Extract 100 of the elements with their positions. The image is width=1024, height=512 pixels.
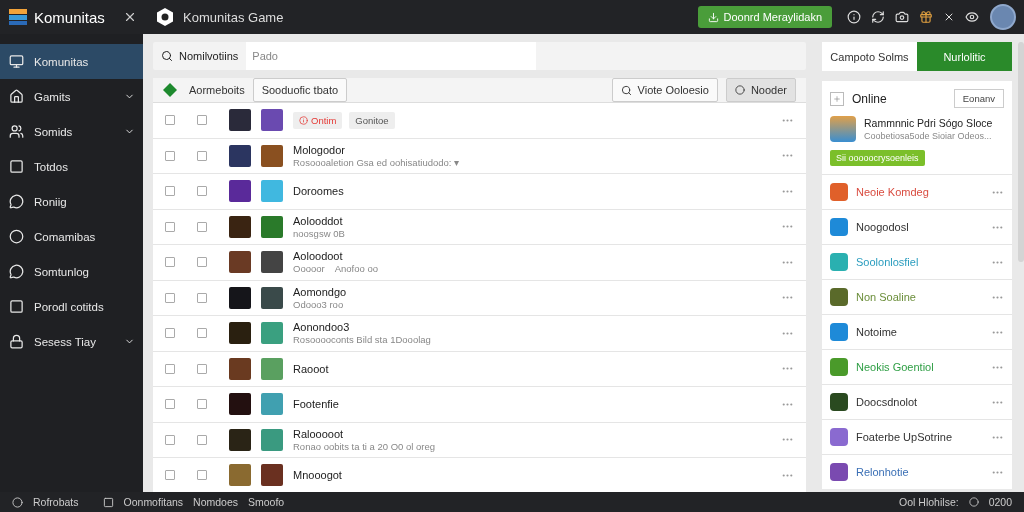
info-icon[interactable] [847, 10, 861, 24]
checkbox[interactable] [197, 434, 207, 445]
checkbox[interactable] [165, 150, 175, 161]
thumbnail-placeholder [261, 180, 283, 203]
thumbnail-placeholder [229, 215, 251, 238]
checkbox[interactable] [165, 399, 175, 410]
checkbox[interactable] [165, 328, 175, 339]
panel-item[interactable]: Doocsdnolot [822, 384, 1012, 419]
panel-item[interactable]: Neoie Komdeg [822, 174, 1012, 209]
search-icon [620, 84, 632, 96]
promo-image-placeholder [830, 116, 856, 142]
thumbnail-placeholder [261, 144, 283, 167]
panel-item-label: Noogodosl [856, 221, 910, 233]
panel-tab[interactable]: Nurlolitic [917, 42, 1012, 71]
thumbnail-placeholder [261, 464, 283, 487]
promo-title: Rammnnic Pdri Sógo Sloce [864, 117, 993, 129]
camera-icon[interactable] [895, 10, 909, 24]
sidebar-item[interactable]: Somids [0, 114, 143, 149]
filter-button[interactable]: Sooduofic tbato [252, 78, 348, 102]
game-icon [830, 253, 848, 271]
checkbox[interactable] [165, 257, 175, 268]
sidebar-item[interactable]: Comamibas [0, 219, 143, 254]
thumbnail-placeholder [261, 251, 283, 274]
sidebar-item[interactable]: Totdos [0, 149, 143, 184]
row-title: Doroomes [293, 185, 345, 198]
checkbox[interactable] [165, 363, 175, 374]
sidebar-item[interactable]: Sesess Tiay [0, 324, 143, 359]
checkbox[interactable] [197, 363, 207, 374]
sidebar-label: Somids [34, 125, 74, 138]
checkbox[interactable] [165, 115, 175, 126]
checkbox[interactable] [165, 221, 175, 232]
checkbox[interactable] [197, 186, 207, 197]
status-icon [968, 497, 979, 507]
checkbox[interactable] [165, 292, 175, 303]
checkbox[interactable] [197, 257, 207, 268]
panel-item[interactable]: Notoime [822, 314, 1012, 349]
eye-icon[interactable] [965, 10, 979, 24]
checkbox[interactable] [165, 470, 175, 481]
sidebar-icon [9, 159, 24, 174]
online-button[interactable]: Eonanv [953, 89, 1004, 108]
close-icon[interactable] [943, 11, 955, 23]
sidebar-label: Porodl cotitds [34, 300, 105, 313]
gift-icon[interactable] [919, 10, 933, 24]
search-icon [161, 50, 173, 62]
sidebar-item[interactable]: Somtunlog [0, 254, 143, 289]
promo-subtitle: Coobetiosa5ode Sioiar Odeos... [864, 131, 993, 141]
game-icon [830, 393, 848, 411]
stack-logo-icon [8, 8, 28, 26]
sidebar-item[interactable]: Gamits [0, 79, 143, 114]
checkbox[interactable] [197, 150, 207, 161]
sidebar-label: Sesess Tiay [34, 335, 97, 348]
thumbnail-placeholder [229, 428, 251, 451]
checkbox[interactable] [165, 186, 175, 197]
search-field[interactable]: Pado [246, 42, 537, 70]
tag[interactable]: Gonitoe [349, 111, 395, 129]
panel-item[interactable]: Neokis Goentiol [822, 349, 1012, 384]
panel-item-label: Foaterbe UpSotrine [856, 431, 953, 443]
status-text: Rofrobats [33, 496, 79, 508]
row-title: Aolooddot [293, 214, 344, 227]
sidebar-item[interactable]: Komunitas [0, 44, 143, 79]
row-title: Footenfie [293, 398, 340, 411]
new-button[interactable]: Nooder [725, 78, 796, 102]
thumbnail-placeholder [229, 251, 251, 274]
panel-item[interactable]: Foaterbe UpSotrine [822, 419, 1012, 454]
expand-icon[interactable] [830, 91, 844, 106]
panel-item-label: Neokis Goentiol [856, 361, 935, 373]
sidebar-label: Totdos [34, 160, 69, 173]
sidebar-icon [9, 264, 24, 279]
game-icon [830, 288, 848, 306]
status-icon [102, 496, 114, 508]
view-button[interactable]: Viote Ooloesio [611, 78, 718, 102]
refresh-icon[interactable] [871, 10, 885, 24]
panel-item[interactable]: Noogodosl [822, 209, 1012, 244]
game-icon [830, 323, 848, 341]
panel-item[interactable]: Non Soaline [822, 279, 1012, 314]
sidebar-item[interactable]: Porodl cotitds [0, 289, 143, 324]
sidebar-label: Comamibas [34, 230, 97, 243]
checkbox[interactable] [197, 470, 207, 481]
checkbox[interactable] [197, 115, 207, 126]
row-note: Anofoo oo [334, 263, 378, 275]
row-title: Ralooooot [293, 427, 345, 440]
alert-tag[interactable]: Ontim [293, 111, 343, 129]
status-text: Smoofo [248, 496, 285, 508]
row-title: Mnooogot [293, 469, 343, 482]
checkbox[interactable] [197, 221, 207, 232]
sidebar-icon [9, 229, 24, 244]
thumbnail-placeholder [261, 428, 283, 451]
checkbox[interactable] [197, 399, 207, 410]
thumbnail-placeholder [261, 109, 283, 132]
circle-icon [734, 85, 745, 95]
thumbnail-placeholder [229, 180, 251, 203]
status-text: Nomdoes [193, 496, 238, 508]
panel-item[interactable]: Relonhotie [822, 454, 1012, 489]
thumbnail-placeholder [261, 322, 283, 345]
sidebar-icon [9, 89, 24, 104]
sidebar-item[interactable]: Roniig [0, 184, 143, 219]
checkbox[interactable] [197, 328, 207, 339]
checkbox[interactable] [165, 434, 175, 445]
checkbox[interactable] [197, 292, 207, 303]
user-avatar[interactable] [990, 4, 1016, 30]
